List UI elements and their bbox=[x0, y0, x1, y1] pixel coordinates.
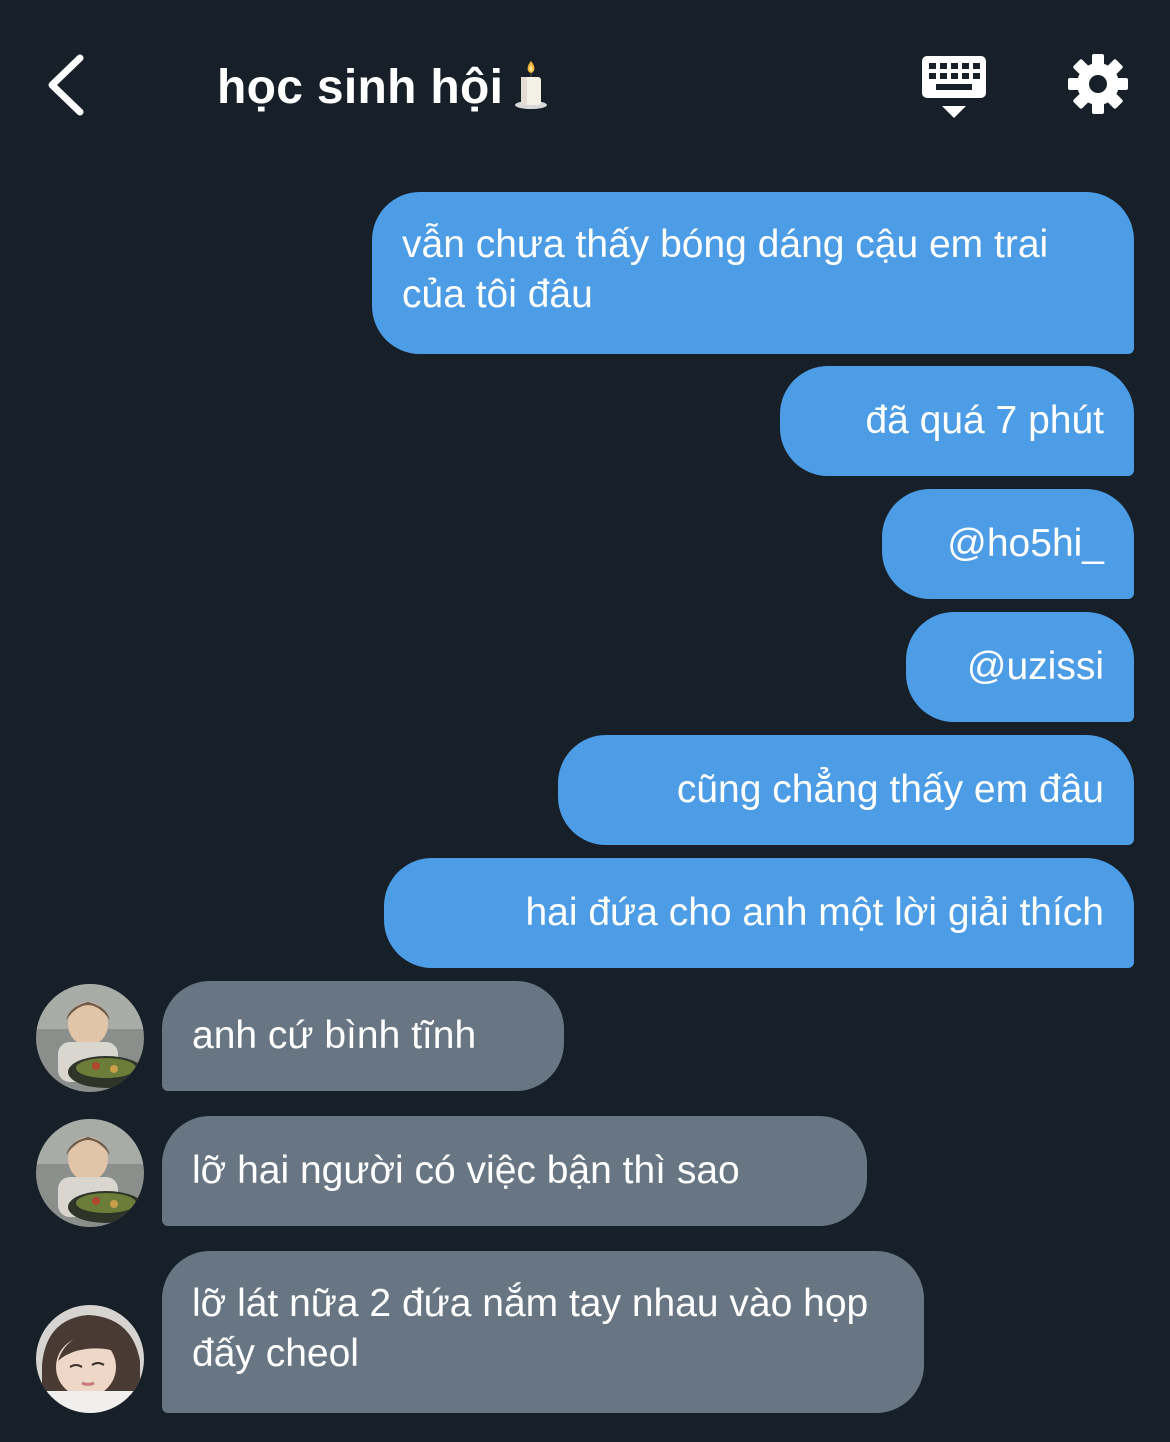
message-bubble-sent[interactable]: @uzissi bbox=[906, 612, 1134, 722]
message-text: @uzissi bbox=[966, 645, 1104, 688]
message-bubble-received[interactable]: lỡ hai người có việc bận thì sao bbox=[162, 1116, 867, 1226]
message-bubble-sent[interactable]: cũng chẳng thấy em đâu bbox=[558, 735, 1134, 845]
message-text: vẫn chưa thấy bóng dáng cậu em trai của … bbox=[402, 223, 1049, 316]
message-bubble-sent[interactable]: đã quá 7 phút bbox=[780, 366, 1134, 476]
settings-button[interactable] bbox=[1066, 52, 1130, 116]
gear-icon bbox=[1068, 54, 1128, 114]
message-text: lỡ hai người có việc bận thì sao bbox=[192, 1149, 740, 1192]
keyboard-button[interactable] bbox=[920, 52, 988, 120]
message-text: lỡ lát nữa 2 đứa nắm tay nhau vào họp đấ… bbox=[192, 1282, 869, 1375]
message-bubble-received[interactable]: lỡ lát nữa 2 đứa nắm tay nhau vào họp đấ… bbox=[162, 1251, 924, 1413]
avatar[interactable] bbox=[36, 1119, 144, 1227]
message-text: cũng chẳng thấy em đâu bbox=[676, 768, 1104, 811]
message-bubble-sent[interactable]: @ho5hi_ bbox=[882, 489, 1134, 599]
message-bubble-sent[interactable]: vẫn chưa thấy bóng dáng cậu em trai của … bbox=[372, 192, 1134, 354]
avatar[interactable] bbox=[36, 1305, 144, 1413]
chevron-left-icon bbox=[48, 54, 84, 116]
chat-header: học sinh hội bbox=[0, 0, 1170, 175]
back-button[interactable] bbox=[38, 50, 98, 120]
chat-title[interactable]: học sinh hội bbox=[217, 58, 549, 118]
candle-icon bbox=[513, 61, 549, 109]
message-bubble-sent[interactable]: hai đứa cho anh một lời giải thích bbox=[384, 858, 1134, 968]
chat-title-text: học sinh hội bbox=[217, 61, 504, 114]
avatar[interactable] bbox=[36, 984, 144, 1092]
message-text: đã quá 7 phút bbox=[865, 399, 1104, 442]
message-text: @ho5hi_ bbox=[947, 522, 1104, 565]
message-bubble-received[interactable]: anh cứ bình tĩnh bbox=[162, 981, 564, 1091]
message-text: anh cứ bình tĩnh bbox=[192, 1014, 477, 1057]
message-text: hai đứa cho anh một lời giải thích bbox=[525, 891, 1104, 934]
keyboard-icon bbox=[922, 56, 986, 118]
